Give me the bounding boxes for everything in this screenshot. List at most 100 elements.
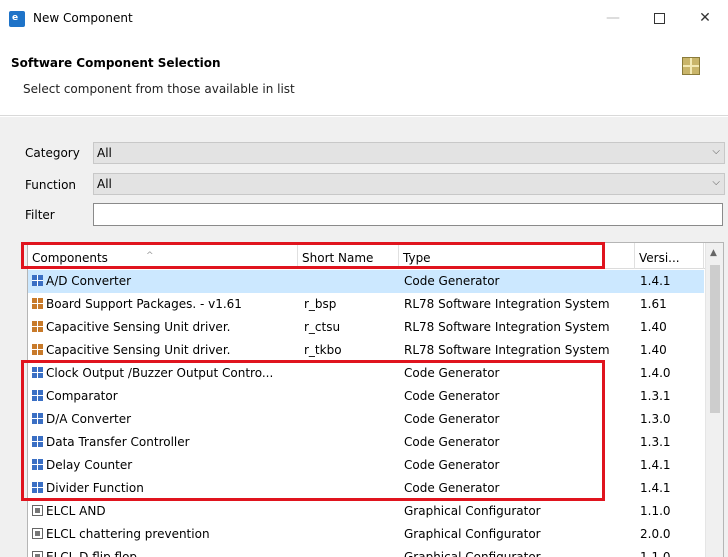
table-header: Components ^ Short Name Type Versi... <box>28 243 723 269</box>
column-header-version[interactable]: Versi... <box>635 243 704 269</box>
function-label: Function <box>25 178 77 192</box>
type-cell: Graphical Configurator <box>404 550 541 557</box>
version-cell: 1.4.1 <box>640 458 671 472</box>
component-name-cell: Delay Counter <box>32 454 298 477</box>
short-name-cell <box>304 431 400 454</box>
short-name-cell <box>304 454 400 477</box>
table-row[interactable]: ELCL AND Graphical Configurator 1.1.0 <box>28 500 704 523</box>
short-name-cell <box>304 523 400 546</box>
short-name-cell <box>304 477 400 500</box>
components-table: Components ^ Short Name Type Versi... A/… <box>27 242 724 557</box>
maximize-button[interactable] <box>636 4 682 32</box>
type-cell: Code Generator <box>404 435 500 449</box>
version-cell: 1.4.0 <box>640 366 671 380</box>
window-title: New Component <box>33 11 133 25</box>
short-name-cell: r_tkbo <box>304 343 342 357</box>
software-integration-icon <box>32 321 43 332</box>
table-row[interactable]: Data Transfer Controller Code Generator 1.… <box>28 431 704 454</box>
table-row[interactable]: ELCL chattering prevention Graphical Conf… <box>28 523 704 546</box>
component-name-cell: ELCL D flip flop <box>32 546 298 557</box>
table-row[interactable]: D/A Converter Code Generator 1.3.0 <box>28 408 704 431</box>
component-name-cell: A/D Converter <box>32 270 298 293</box>
function-value: All <box>97 177 112 191</box>
dialog-body: Category All ⌵ Function All ⌵ Filter Com… <box>0 117 728 557</box>
maximize-icon <box>653 12 665 24</box>
short-name-cell <box>304 270 400 293</box>
code-generator-icon <box>32 482 43 493</box>
component-name-cell: ELCL AND <box>32 500 298 523</box>
component-name-cell: Divider Function <box>32 477 298 500</box>
type-cell: Graphical Configurator <box>404 504 541 518</box>
version-cell: 1.61 <box>640 297 667 311</box>
type-cell: RL78 Software Integration System <box>404 320 610 334</box>
page-description: Select component from those available in… <box>23 82 295 96</box>
component-name-cell: Data Transfer Controller <box>32 431 298 454</box>
component-name-cell: D/A Converter <box>32 408 298 431</box>
version-cell: 1.4.1 <box>640 481 671 495</box>
version-cell: 2.0.0 <box>640 527 671 541</box>
type-cell: Code Generator <box>404 412 500 426</box>
code-generator-icon <box>32 459 43 470</box>
component-name-cell: Clock Output /Buzzer Output Contro... <box>32 362 298 385</box>
scroll-thumb[interactable] <box>710 265 720 413</box>
short-name-cell <box>304 408 400 431</box>
graphical-configurator-icon <box>32 505 43 516</box>
table-row[interactable]: Divider Function Code Generator 1.4.1 <box>28 477 704 500</box>
graphical-configurator-icon <box>32 528 43 539</box>
type-cell: Code Generator <box>404 366 500 380</box>
code-generator-icon <box>32 367 43 378</box>
version-cell: 1.3.1 <box>640 435 671 449</box>
component-name-cell: Comparator <box>32 385 298 408</box>
short-name-cell: r_ctsu <box>304 320 341 334</box>
component-name-cell: Board Support Packages. - v1.61 <box>32 293 298 316</box>
component-wizard-icon <box>682 57 700 75</box>
filter-label: Filter <box>25 208 55 222</box>
version-cell: 1.1.0 <box>640 504 671 518</box>
component-name-cell: ELCL chattering prevention <box>32 523 298 546</box>
code-generator-icon <box>32 275 43 286</box>
component-name-cell: Capacitive Sensing Unit driver. <box>32 339 298 362</box>
version-cell: 1.1.0 <box>640 550 671 557</box>
sort-ascending-icon: ^ <box>146 251 154 261</box>
column-header-short-name[interactable]: Short Name <box>298 243 399 269</box>
software-integration-icon <box>32 344 43 355</box>
chevron-down-icon: ⌵ <box>712 146 720 157</box>
column-header-type[interactable]: Type <box>399 243 635 269</box>
type-cell: Code Generator <box>404 458 500 472</box>
short-name-cell <box>304 546 400 557</box>
table-row[interactable]: Board Support Packages. - v1.61 r_bsp RL78… <box>28 293 704 316</box>
table-row[interactable]: ELCL D flip flop Graphical Configurator 1.… <box>28 546 704 557</box>
short-name-cell <box>304 385 400 408</box>
filter-input[interactable] <box>93 203 723 226</box>
short-name-cell: r_bsp <box>304 297 337 311</box>
table-row[interactable]: Comparator Code Generator 1.3.1 <box>28 385 704 408</box>
short-name-cell <box>304 500 400 523</box>
version-cell: 1.4.1 <box>640 274 671 288</box>
code-generator-icon <box>32 390 43 401</box>
column-header-components[interactable]: Components ^ <box>28 243 298 269</box>
code-generator-icon <box>32 413 43 424</box>
table-row[interactable]: A/D Converter Code Generator 1.4.1 <box>28 270 704 293</box>
category-dropdown[interactable]: All ⌵ <box>93 142 725 164</box>
minimize-button[interactable]: — <box>590 4 636 32</box>
wizard-header: Software Component Selection Select comp… <box>0 36 728 116</box>
version-cell: 1.40 <box>640 320 667 334</box>
table-row[interactable]: Capacitive Sensing Unit driver. r_ctsu RL7… <box>28 316 704 339</box>
scroll-up-icon[interactable]: ▲ <box>710 248 717 258</box>
software-integration-icon <box>32 298 43 309</box>
app-icon: e <box>9 11 25 27</box>
table-row[interactable]: Clock Output /Buzzer Output Contro... Cod… <box>28 362 704 385</box>
vertical-scrollbar[interactable]: ▲ <box>705 243 723 557</box>
table-row[interactable]: Delay Counter Code Generator 1.4.1 <box>28 454 704 477</box>
table-row[interactable]: Capacitive Sensing Unit driver. r_tkbo RL7… <box>28 339 704 362</box>
chevron-down-icon: ⌵ <box>712 177 720 188</box>
version-cell: 1.3.0 <box>640 412 671 426</box>
type-cell: RL78 Software Integration System <box>404 297 610 311</box>
version-cell: 1.3.1 <box>640 389 671 403</box>
version-cell: 1.40 <box>640 343 667 357</box>
type-cell: Code Generator <box>404 481 500 495</box>
page-title: Software Component Selection <box>11 56 221 70</box>
title-bar: e New Component — ✕ <box>0 0 728 36</box>
close-button[interactable]: ✕ <box>682 4 728 32</box>
function-dropdown[interactable]: All ⌵ <box>93 173 725 195</box>
